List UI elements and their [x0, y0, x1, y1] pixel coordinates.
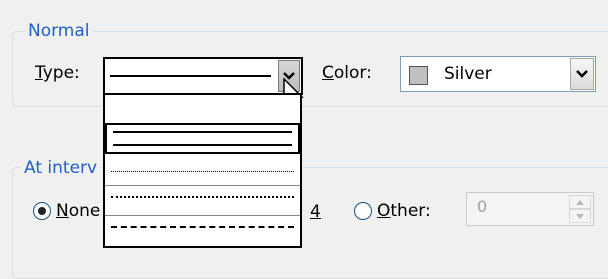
none-label[interactable]: None [56, 200, 100, 222]
color-value: Silver [444, 64, 492, 84]
arrow-down-icon [576, 213, 584, 219]
other-radio[interactable] [354, 202, 372, 220]
chevron-down-icon [576, 70, 588, 78]
double-line-bottom [113, 144, 292, 146]
count-value: 4 [310, 202, 321, 222]
other-value: 0 [477, 197, 488, 216]
line-style-option-solid[interactable] [105, 95, 300, 122]
color-combo[interactable]: Silver [400, 56, 596, 92]
selected-line-preview [110, 75, 271, 77]
color-label: Color: [322, 63, 372, 83]
line-type-dropdown-list [103, 93, 302, 248]
line-style-option-dotted-fine[interactable] [105, 155, 300, 186]
spin-up-button[interactable] [569, 195, 591, 209]
spin-down-button[interactable] [569, 209, 591, 223]
line-style-option-dashed[interactable] [105, 216, 300, 246]
arrow-up-icon [576, 199, 584, 205]
color-dropdown-button[interactable] [570, 58, 594, 90]
normal-group-title: Normal [25, 21, 93, 41]
color-swatch [409, 66, 428, 85]
line-style-option-double[interactable] [105, 123, 300, 154]
other-spinner[interactable]: 0 [466, 192, 594, 226]
none-radio[interactable] [33, 202, 51, 220]
line-style-option-dotted-sparse[interactable] [105, 186, 300, 216]
double-line-top [113, 131, 292, 133]
radio-selected-dot [38, 207, 46, 215]
interval-group-title: At interv [21, 158, 101, 178]
other-label[interactable]: Other: [377, 200, 431, 222]
type-label: Type: [35, 63, 80, 83]
line-type-combo[interactable] [103, 57, 303, 95]
